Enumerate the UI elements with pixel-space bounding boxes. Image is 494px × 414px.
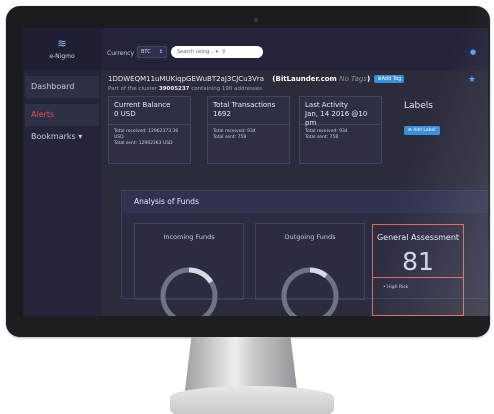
- activity-title: Last Activity: [305, 101, 348, 109]
- add-label-button[interactable]: ⊕ Add Label: [404, 126, 440, 135]
- chevron-down-icon: ⇕: [158, 49, 163, 55]
- analysis-title: Analysis of Funds: [122, 191, 488, 213]
- cluster-id[interactable]: 39005237: [159, 86, 190, 92]
- transactions-title: Total Transactions: [213, 101, 276, 109]
- activity-card-body: Total received: 934 Total sent: 758: [300, 125, 381, 145]
- activity-sent: Total sent: 758: [305, 135, 339, 140]
- analysis-panel: Analysis of Funds Incoming Funds Outgoin…: [121, 190, 488, 321]
- balance-value: 0 USD: [114, 110, 136, 118]
- site-label: (BitLaunder.com No Tags): [272, 75, 371, 83]
- incoming-funds-box: Incoming Funds: [134, 223, 244, 321]
- sidebar-item-bookmarks[interactable]: Bookmarks ▾: [25, 126, 99, 148]
- search-input[interactable]: Search using... ▾ ⚲: [171, 46, 263, 58]
- activity-card: Last Activity Jan, 14 2016 @10 pm Total …: [299, 96, 382, 164]
- sidebar: Dashboard Alerts Bookmarks ▾: [23, 70, 101, 321]
- transactions-sent: Total sent: 758: [213, 135, 247, 140]
- balance-sent: Total sent: 12962363 USD: [114, 141, 173, 146]
- activity-card-header: Last Activity Jan, 14 2016 @10 pm: [300, 97, 381, 127]
- monitor-frame: ≋ e-Nigmo Currency BTC ⇕ Search using...…: [6, 6, 490, 337]
- risk-text: High Risk: [387, 285, 409, 290]
- general-assessment-box: General Assessment 81 • High Risk: [372, 224, 464, 316]
- transactions-value: 1692: [213, 110, 231, 118]
- currency-select[interactable]: BTC ⇕: [137, 46, 167, 58]
- monitor-chin: [6, 316, 490, 337]
- cluster-suffix: containing 190 addresses: [191, 86, 263, 92]
- sidebar-item-alerts[interactable]: Alerts: [25, 104, 99, 126]
- app-logo[interactable]: ≋ e-Nigmo: [23, 28, 101, 70]
- incoming-title: Incoming Funds: [163, 233, 215, 241]
- search-placeholder: Search using... ▾: [177, 49, 219, 55]
- app-screen: ≋ e-Nigmo Currency BTC ⇕ Search using...…: [23, 28, 488, 321]
- site-name: BitLaunder.com: [275, 75, 337, 83]
- search-icon: ⚲: [222, 49, 226, 55]
- assessment-divider: [373, 277, 463, 278]
- cluster-info: Part of the cluster 39005237 containing …: [108, 86, 262, 92]
- logo-mark-icon: ≋: [57, 37, 67, 50]
- balance-card-body: Total received: 12962373.36 USD Total se…: [109, 125, 190, 151]
- balance-received: Total received: 12962373.36 USD: [114, 129, 179, 140]
- transactions-card-body: Total received: 934 Total sent: 758: [208, 125, 289, 145]
- user-icon[interactable]: ●: [470, 49, 476, 56]
- add-label-text: Add Label: [413, 128, 436, 133]
- top-bar: ≋ e-Nigmo Currency BTC ⇕ Search using...…: [23, 28, 488, 70]
- add-tag-label: Add Tag: [381, 76, 402, 82]
- monitor-base: [170, 386, 334, 414]
- add-tag-button[interactable]: ⊕Add Tag: [374, 75, 405, 83]
- currency-value: BTC: [141, 49, 151, 55]
- incoming-gauge: [160, 267, 218, 321]
- no-tags-text: No Tags: [339, 75, 367, 83]
- balance-title: Current Balance: [114, 101, 171, 109]
- balance-card: Current Balance 0 USD Total received: 12…: [108, 96, 191, 164]
- labels-heading: Labels: [404, 101, 433, 111]
- outgoing-funds-box: Outgoing Funds: [255, 223, 365, 321]
- outgoing-gauge: [281, 267, 339, 321]
- transactions-card: Total Transactions 1692 Total received: …: [207, 96, 290, 164]
- risk-item: • High Risk: [383, 285, 409, 290]
- camera-dot: [254, 18, 258, 22]
- currency-label: Currency: [107, 50, 135, 57]
- assessment-title: General Assessment: [376, 233, 460, 242]
- star-icon[interactable]: ★: [468, 75, 476, 85]
- balance-card-header: Current Balance 0 USD: [109, 97, 190, 125]
- app-name: e-Nigmo: [49, 53, 75, 60]
- outgoing-title: Outgoing Funds: [284, 233, 336, 241]
- address-header: 1DDWEQM11uMUKiqpGEWuBT2aJ3CJCu3Vra (BitL…: [108, 75, 405, 83]
- assessment-score: 81: [402, 247, 434, 276]
- sidebar-item-dashboard[interactable]: Dashboard: [25, 76, 99, 98]
- transactions-card-header: Total Transactions 1692: [208, 97, 289, 125]
- address-value: 1DDWEQM11uMUKiqpGEWuBT2aJ3CJCu3Vra: [108, 75, 265, 83]
- cluster-prefix: Part of the cluster: [108, 86, 158, 92]
